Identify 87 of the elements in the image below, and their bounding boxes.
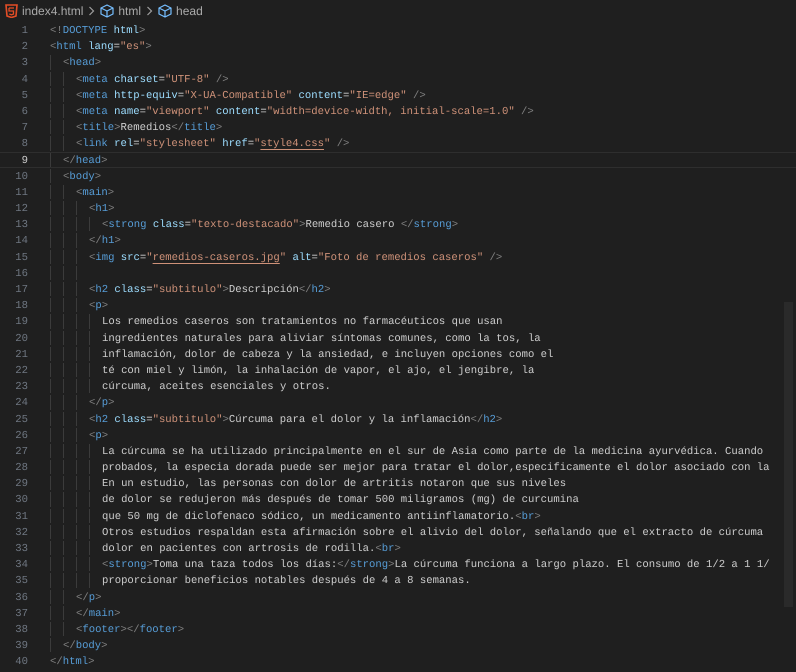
line-number: 34 [14,558,29,572]
chevron-icon [146,6,154,16]
line-number: 3 [20,56,29,70]
line-number: 9 [20,154,29,167]
code-line: <link rel="stylesheet" href="style4.css" /> [76,137,350,150]
line-number: 26 [14,428,29,442]
line-number: 12 [14,202,29,216]
code-line: Los remedios caseros son tratamientos no farmacéuticos que usan [102,315,503,329]
breadcrumb-item[interactable]: html [100,4,142,18]
code-line: En un estudio, las personas con dolor de artritis notaron que sus niveles [102,477,566,490]
code-line: <meta http-equiv="X-UA-Compatible" content="IE=edge" /> [76,88,426,102]
code-line: </body> [63,639,108,652]
line-number: 25 [14,412,29,426]
cube-icon [158,4,172,18]
code-line: dolor en pacientes con artrosis de rodilla.<br> [102,542,401,556]
code-line: <h2 class="subtitulo">Cúrcuma para el dolor y la inflamación</h2> [89,412,502,426]
code-line: <meta charset="UTF-8" /> [76,72,229,86]
line-number: 35 [14,574,29,588]
line-number: 20 [14,332,29,345]
line-number: 7 [20,121,29,134]
code-line: </p> [76,590,102,604]
html5-file-icon [5,4,18,18]
line-number: 22 [14,364,29,378]
line-number: 37 [14,606,29,620]
chevron-icon [88,6,96,16]
line-number: 13 [14,218,29,232]
line-number: 18 [14,299,29,312]
code-line: inflamación, dolor de cabeza y la ansiedad, e incluyen opciones como el [102,348,554,361]
line-number: 39 [14,639,29,652]
line-number: 5 [20,88,29,102]
code-line: <!DOCTYPE html> [50,24,146,38]
code-line: probados, la especia dorada puede ser mejor para tratar el dolor,especificamente el dolor asociado con la [102,461,770,474]
line-number: 1 [20,24,29,38]
line-number: 24 [14,396,29,410]
code-line: ingredientes naturales para aliviar síntomas comunes, como la tos, la [102,332,541,345]
code-line: <head> [63,56,102,70]
line-number: 40 [14,655,29,668]
line-number: 16 [14,266,29,280]
code-line: té con miel y limón, la inhalación de vapor, el ajo, el jengibre, la [102,364,534,378]
code-line: proporcionar beneficios notables después de 4 a 8 semanas. [102,574,471,588]
cube-icon [100,4,114,18]
line-number: 15 [14,250,29,264]
code-line: <strong>Toma una taza todos los días:</strong>La cúrcuma funciona a largo plazo. El consumo de 1/2 a 1 1/ [102,558,770,572]
code-line: </h1> [89,234,121,248]
code-line: Otros estudios respaldan esta afirmación sobre el alivio del dolor, señalando que el extracto de cúrcuma [102,526,764,539]
breadcrumb-item[interactable]: index4.html [5,4,84,18]
code-line: cúrcuma, aceites esenciales y otros. [102,380,331,394]
line-number: 28 [14,461,29,474]
line-number: 30 [14,493,29,507]
line-number: 11 [14,186,29,200]
line-number: 23 [14,380,29,394]
code-line: <h1> [89,202,114,216]
code-line: </main> [76,606,121,620]
line-number: 8 [20,137,29,150]
code-line: de dolor se redujeron más después de tomar 500 miligramos (mg) de curcumina [102,493,579,507]
line-number: 14 [14,234,29,248]
code-line: La cúrcuma se ha utilizado principalmente en el sur de Asia como parte de la medicina ayurvédica. Cuando [102,444,764,458]
code-line: <html lang="es"> [50,40,152,54]
code-line: <img src="remedios-caseros.jpg" alt="Foto de remedios caseros" /> [89,250,502,264]
line-number: 10 [14,170,29,183]
code-line: <h2 class="subtitulo">Descripción</h2> [89,283,331,296]
line-number: 38 [14,622,29,636]
line-number: 17 [14,283,29,296]
code-line: <main> [76,186,114,200]
line-number: 2 [20,40,29,54]
code-line: </head> [63,154,108,167]
line-number: 6 [20,104,29,118]
line-number: 36 [14,590,29,604]
line-number: 33 [14,542,29,556]
line-number: 19 [14,315,29,329]
code-line: <p> [89,299,108,312]
code-line: <title>Remedios</title> [76,121,222,134]
code-line: <strong class="texto-destacado">Remedio casero </strong> [102,218,458,232]
code-line: </html> [50,655,95,668]
line-number: 32 [14,526,29,539]
code-line: <footer></footer> [76,622,184,636]
code-line: <p> [89,428,108,442]
line-number: 31 [14,510,29,523]
code-line: <meta name="viewport" content="width=device-width, initial-scale=1.0" /> [76,104,534,118]
code-line: </p> [89,396,114,410]
line-number: 4 [20,72,29,86]
line-number: 27 [14,444,29,458]
code-line: que 50 mg de diclofenaco sódico, un medicamento antiinflamatorio.<br> [102,510,541,523]
line-number: 29 [14,477,29,490]
code-line: <body> [63,170,102,183]
breadcrumb-item[interactable]: head [158,4,203,18]
line-number: 21 [14,348,29,361]
